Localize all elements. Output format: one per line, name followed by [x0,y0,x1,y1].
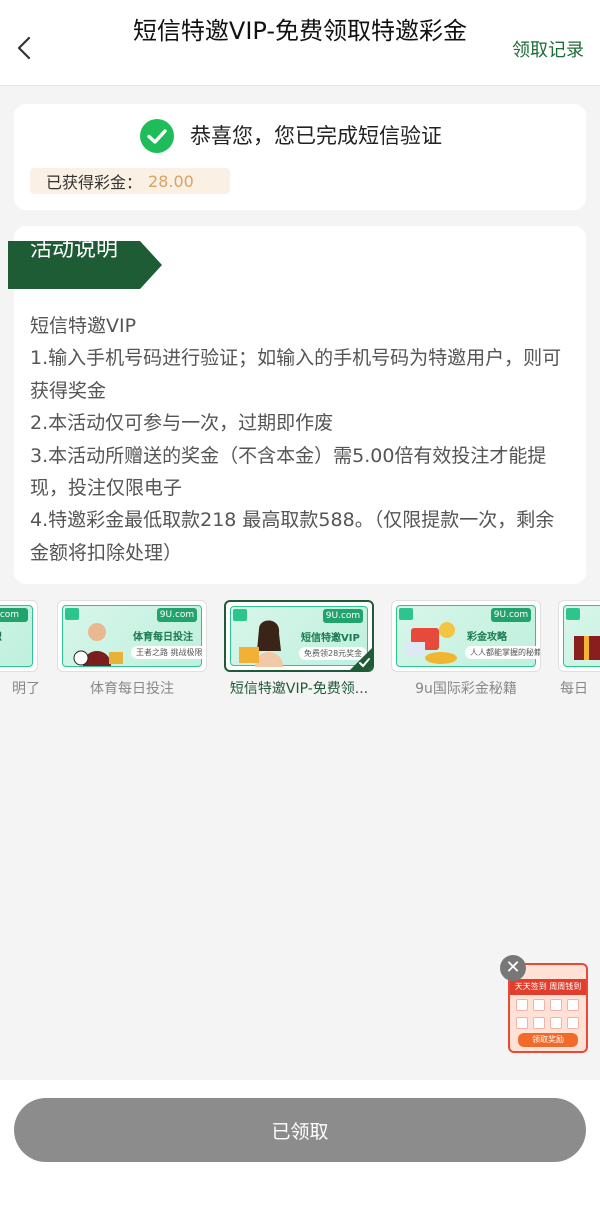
thumb-art: 9U.com 彩金攻略 人人都能掌握的秘籍 [396,605,540,667]
day-cell [516,999,528,1011]
claim-records-link[interactable]: 领取记录 [512,36,584,62]
thumb-art: 9U.com 体育每日投注 王者之路 挑战极限 [62,605,206,667]
day-cell [567,999,579,1011]
promo-caption[interactable]: 每日 [548,678,600,698]
brand-badge: 9U.com [157,608,197,622]
day-cell [533,1017,545,1029]
day-cell [567,1017,579,1029]
top-nav-bar: 短信特邀VIP-免费领取特邀彩金 领取记录 [0,0,600,86]
brand-badge: .com [0,608,28,622]
checkin-calendar [516,999,580,1033]
activity-rules-card: 活动说明 短信特邀VIP 1.输入手机号码进行验证；如输入的手机号码为特邀用户，… [8,226,586,584]
rules-line: 1.输入手机号码进行验证；如输入的手机号码为特邀用户，则可获得奖金 [30,347,562,402]
vip-hostess-illustration-icon [239,620,283,667]
thumb-art: 9U.com 短信特邀VIP 免费领28元奖金 [230,606,368,667]
thumb-headline: 彩金攻略 [467,632,507,643]
day-cell [550,1017,562,1029]
promo-thumb[interactable]: 9U.com 彩金攻略 人人都能掌握的秘籍 [391,600,541,672]
page-title: 短信特邀VIP-免费领取特邀彩金 [132,17,468,45]
thumb-art [563,605,600,667]
bonus-label: 已获得彩金： [46,173,143,192]
gift-illustration-icon [574,636,600,660]
promo-caption[interactable]: 9u国际彩金秘籍 [381,678,551,698]
selected-check-icon [350,648,372,670]
promo-thumb[interactable]: .com 识 [0,600,38,672]
day-cell [516,1017,528,1029]
promo-caption-active[interactable]: 短信特邀VIP-免费领... [214,678,384,698]
day-cell [533,999,545,1011]
promo-caption[interactable]: 明了 [0,678,40,698]
promo-thumb[interactable] [558,600,600,672]
bonus-amount: 28.00 [148,171,194,191]
checkin-banner: 天天签到 周周钱到 [510,979,586,995]
athlete-illustration-icon [73,623,123,666]
chevron-left-icon [17,36,31,60]
brand-badge: 9U.com [323,609,363,623]
thumb-headline: 识 [0,628,2,643]
claimed-button[interactable]: 已领取 [14,1098,586,1162]
rules-line: 短信特邀VIP [30,315,137,337]
bonus-earned-badge: 已获得彩金： 28.00 [30,168,230,194]
rules-line: 4.特邀彩金最低取款218 最高取款588。（仅限提款一次，剩余金额将扣除处理） [30,509,555,564]
check-circle-icon [140,119,174,153]
bottom-action-bar: 已领取 [0,1080,600,1217]
thumb-headline: 体育每日投注 [133,632,193,643]
close-icon[interactable]: ✕ [500,955,526,981]
back-button[interactable] [10,33,38,63]
thumb-headline: 短信特邀VIP [301,633,360,644]
claim-reward-button[interactable]: 领取奖励 [518,1033,578,1047]
brand-badge: 9U.com [491,608,531,622]
day-cell [550,999,562,1011]
rules-text: 短信特邀VIP 1.输入手机号码进行验证；如输入的手机号码为特邀用户，则可获得奖… [30,310,570,569]
checkin-floating-widget[interactable]: ✕ 天天签到 周周钱到 领取奖励 [500,955,590,1053]
promo-thumb-active[interactable]: 9U.com 短信特邀VIP 免费领28元奖金 [224,600,374,672]
section-title: 活动说明 [30,237,119,262]
promo-thumb[interactable]: 9U.com 体育每日投注 王者之路 挑战极限 [57,600,207,672]
rules-line: 3.本活动所赠送的奖金（不含本金）需5.00倍有效投注才能提现，投注仅限电子 [30,444,547,500]
thumb-subtitle: 人人都能掌握的秘籍 [465,646,540,659]
success-message: 恭喜您，您已完成短信验证 [190,124,442,148]
thumb-art: .com 识 [0,605,33,667]
promo-carousel[interactable]: .com 识 明了 9U.com 体育每日投注 王者之路 挑战极限 体育每日投注… [0,598,600,708]
rules-line: 2.本活动仅可参与一次，过期即作废 [30,412,334,435]
verification-success-card: 恭喜您，您已完成短信验证 已获得彩金： 28.00 [14,104,586,210]
thumb-subtitle: 王者之路 挑战极限 [131,646,206,659]
coins-illustration-icon [405,622,457,664]
promo-caption[interactable]: 体育每日投注 [47,678,217,698]
